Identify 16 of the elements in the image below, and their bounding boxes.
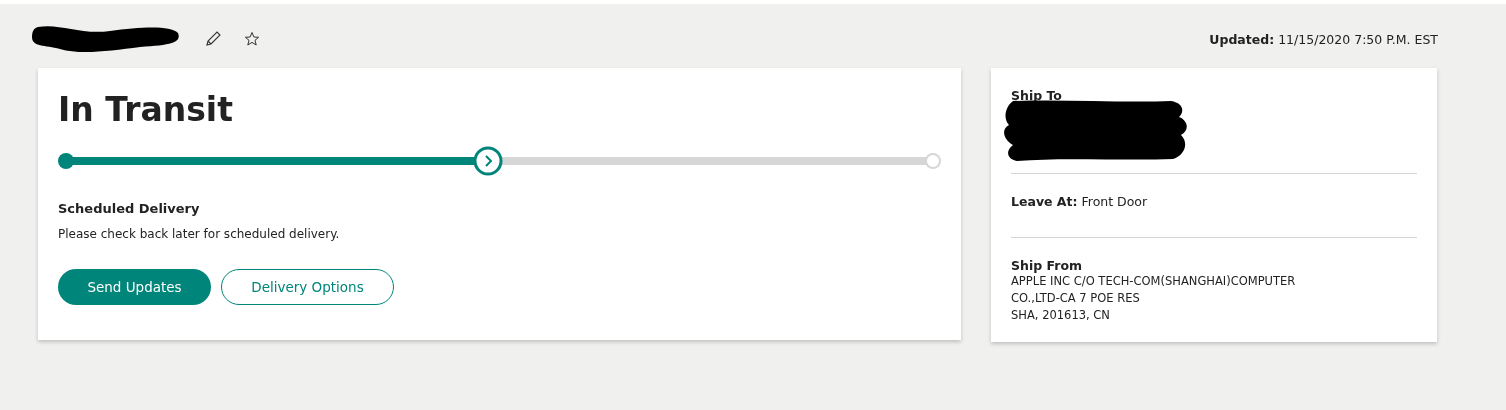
status-title: In Transit xyxy=(58,90,234,129)
delivery-heading: Scheduled Delivery xyxy=(58,201,201,216)
pencil-icon[interactable] xyxy=(204,30,222,48)
start-dot xyxy=(58,153,74,169)
star-icon[interactable] xyxy=(244,31,260,47)
address-line: CO.,LTD-CA 7 POE RES xyxy=(1011,290,1141,307)
send-updates-button[interactable]: Send Updates xyxy=(58,269,211,305)
address-line: APPLE INC C/O TECH-COM(SHANGHAI)COMPUTER xyxy=(1011,273,1297,290)
leave-at-text: Leave At: Front Door xyxy=(1011,194,1149,209)
chevron-step-icon xyxy=(473,146,504,176)
ship-from-label: Ship From xyxy=(1011,258,1083,273)
ship-to-label: Ship To xyxy=(1011,88,1063,103)
delivery-message: Please check back later for scheduled delivery. xyxy=(58,227,341,241)
address-line: SHA, 201613, CN xyxy=(1011,307,1111,324)
updated-timestamp: Updated: 11/15/2020 7:50 P.M. EST xyxy=(1209,31,1438,47)
delivery-options-button[interactable]: Delivery Options xyxy=(221,269,394,305)
